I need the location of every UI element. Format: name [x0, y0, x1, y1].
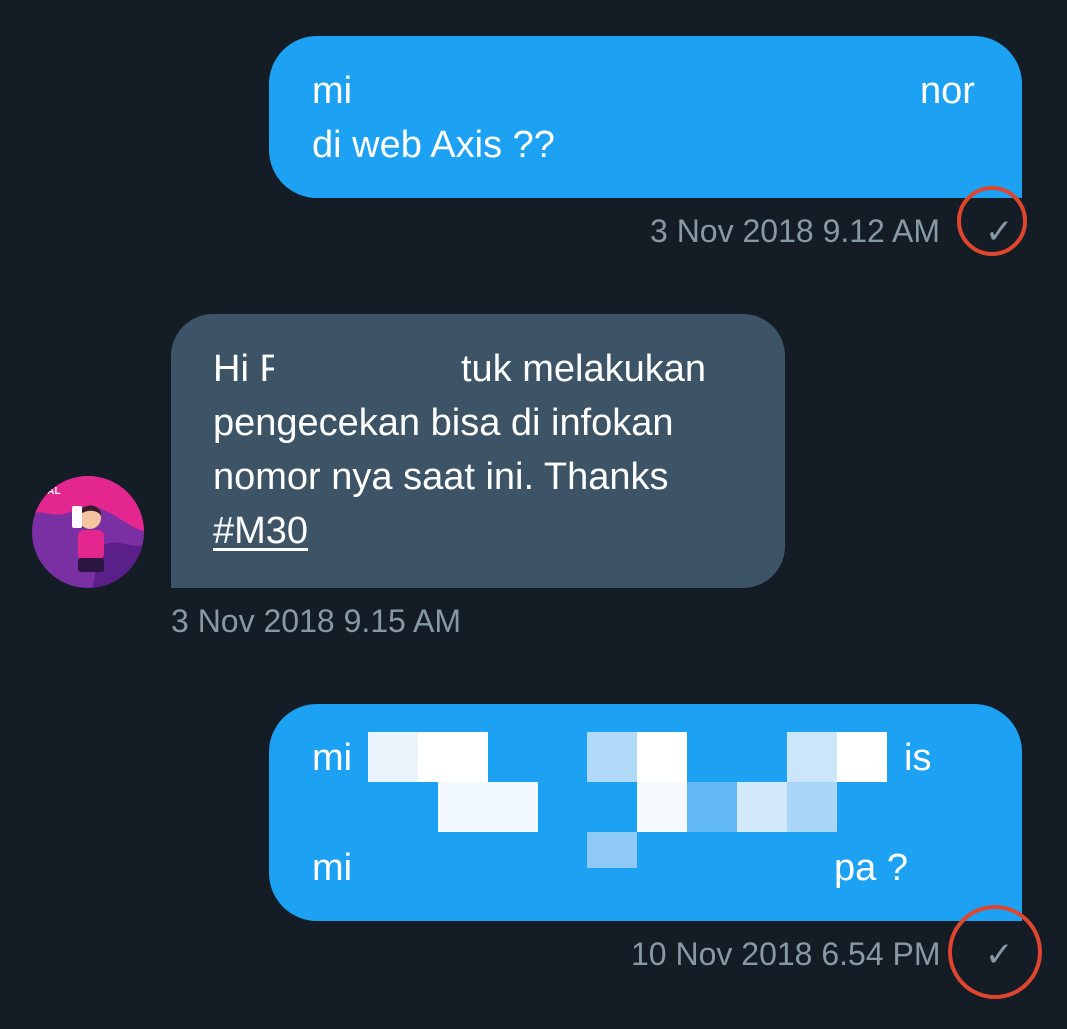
hashtag-link[interactable]: #M30	[213, 504, 308, 558]
outgoing-message-bubble[interactable]: mi is mi pa ?	[269, 704, 1022, 921]
message-text-line: nomor nya saat ini. Thanks	[213, 456, 669, 498]
avatar-illustration-icon: HAL	[32, 476, 144, 588]
outgoing-message-bubble[interactable]: mi nor di web Axis ??	[269, 36, 1022, 198]
message-timestamp: 3 Nov 2018 9.12 AM	[650, 213, 940, 249]
redacted-text-area	[366, 64, 910, 120]
message-text-end: is	[904, 737, 932, 779]
message-text-end: pa ?	[834, 847, 908, 889]
incoming-message-bubble[interactable]: Hi F tuk melakukan pengecekan bisa di in…	[171, 314, 785, 588]
redacted-text-area	[274, 342, 454, 398]
message-text-line: pengecekan bisa di infokan	[213, 402, 674, 444]
message-text-start: Hi F	[213, 348, 283, 390]
message-text-start: mi	[312, 847, 353, 889]
message-text-start: mi	[312, 70, 353, 112]
svg-text:HAL: HAL	[40, 486, 61, 497]
message-text-end: nor	[920, 70, 975, 112]
message-timestamp: 10 Nov 2018 6.54 PM	[631, 936, 941, 972]
avatar[interactable]: HAL	[32, 476, 144, 588]
highlight-circle	[957, 186, 1027, 256]
dm-conversation: mi nor di web Axis ?? 3 Nov 2018 9.12 AM…	[0, 0, 1067, 1029]
message-text-start: mi	[312, 737, 353, 779]
message-text-line: di web Axis ??	[312, 124, 555, 166]
message-timestamp: 3 Nov 2018 9.15 AM	[171, 603, 461, 639]
message-text-end: tuk melakukan	[461, 348, 707, 390]
highlight-circle	[948, 905, 1042, 999]
